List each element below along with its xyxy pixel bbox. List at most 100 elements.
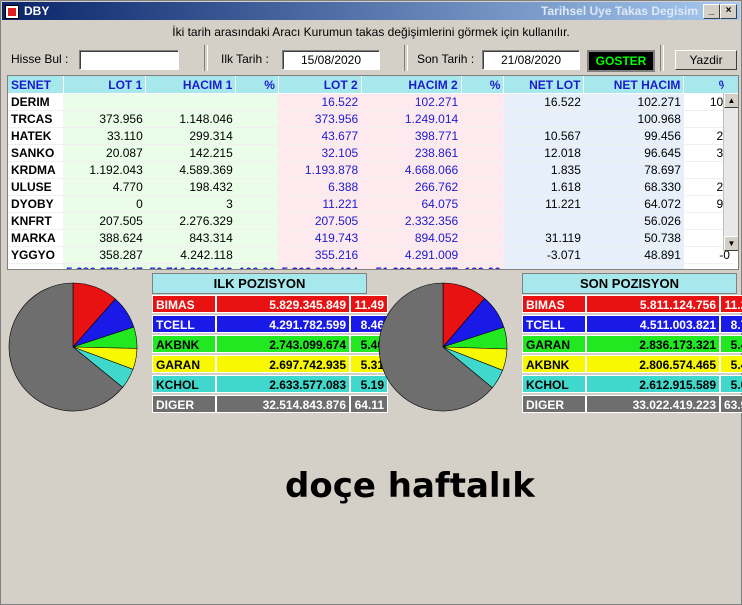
table-cell: 355.216 [278, 246, 362, 264]
table-row[interactable]: YGGYO 358.287 4.242.118 355.216 4.291.009 -3.… [8, 246, 733, 264]
table-cell: 0 [63, 195, 146, 213]
column-header[interactable]: HACIM 2 [361, 76, 462, 94]
table-row[interactable]: HATEK 33.110 299.314 43.677 398.771 10.567 99.… [8, 127, 733, 145]
table-cell: 64.075 [361, 195, 462, 213]
position-value: 2.743.099.674 [216, 335, 350, 353]
table-cell [461, 93, 504, 111]
column-header[interactable]: LOT 2 [278, 76, 362, 94]
table-cell: 142.215 [145, 144, 236, 162]
table-cell: 843.314 [145, 229, 236, 247]
position-symbol: GARAN [152, 355, 216, 373]
table-cell: KNFRT [8, 212, 63, 230]
table-row[interactable]: DERIM 16.522 102.271 16.522 102.271 100 [8, 93, 733, 111]
position-symbol: KCHOL [152, 375, 216, 393]
table-cell [235, 229, 279, 247]
start-date-field[interactable]: 15/08/2020 [282, 50, 380, 70]
close-button[interactable]: × [720, 4, 737, 19]
position-row: BIMAS 5.829.345.849 11.49 [152, 295, 388, 313]
table-cell [235, 93, 279, 111]
scroll-down-icon[interactable]: ▼ [724, 236, 738, 251]
table-cell: 894.052 [361, 229, 462, 247]
position-value: 5.811.124.756 [586, 295, 720, 313]
table-cell: KRDMA [8, 161, 63, 179]
goster-button[interactable]: GOSTER [587, 50, 655, 72]
table-cell [461, 127, 504, 145]
table-cell [461, 246, 504, 264]
position-value: 2.836.173.321 [586, 335, 720, 353]
position-value: 2.806.574.465 [586, 355, 720, 373]
title-bar[interactable]: DBY Tarihsel Uye Takas Degisim _ × [2, 2, 740, 20]
table-cell: 78.697 [583, 161, 684, 179]
table-row[interactable]: SANKO 20.087 142.215 32.105 238.861 12.018 96.… [8, 144, 733, 162]
table-cell: 48.891 [583, 246, 684, 264]
total-cell [683, 263, 733, 269]
yazdir-button[interactable]: Yazdir [675, 50, 737, 70]
position-row: GARAN2.836.173.3215.49 [522, 335, 742, 353]
position-row: KCHOL 2.633.577.083 5.19 [152, 375, 388, 393]
position-row: DIGER33.022.419.22363.99 [522, 395, 742, 413]
position-symbol: GARAN [522, 335, 586, 353]
app-name: DBY [24, 4, 50, 18]
minimize-button[interactable]: _ [703, 4, 720, 19]
window-title: Tarihsel Uye Takas Degisim [541, 4, 698, 18]
table-cell [235, 178, 279, 196]
position-row: BIMAS5.811.124.75611.26 [522, 295, 742, 313]
search-input[interactable] [79, 50, 179, 70]
table-cell: 419.743 [278, 229, 362, 247]
table-cell [461, 178, 504, 196]
position-percent: 63.99 [720, 395, 742, 413]
table-cell: MARKA [8, 229, 63, 247]
data-table: SENET LOT 1 HACIM 1% LOT 2 HACIM 2% NET LOT NE… [8, 76, 734, 269]
table-cell: 207.505 [278, 212, 362, 230]
position-symbol: BIMAS [152, 295, 216, 313]
table-row[interactable]: KNFRT 207.505 2.276.329 207.505 2.332.356 56.… [8, 212, 733, 230]
table-cell [63, 93, 146, 111]
table-cell: DERIM [8, 93, 63, 111]
table-cell [235, 144, 279, 162]
column-header[interactable]: SENET [8, 76, 64, 94]
table-cell: 11.221 [503, 195, 584, 213]
position-value: 33.022.419.223 [586, 395, 720, 413]
table-row[interactable]: TRCAS 373.956 1.148.046 373.956 1.249.014 100… [8, 110, 733, 128]
position-symbol: DIGER [522, 395, 586, 413]
table-cell [145, 93, 236, 111]
column-header[interactable]: NET LOT [503, 76, 585, 94]
position-value: 2.697.742.935 [216, 355, 350, 373]
column-header[interactable]: NET HACIM [583, 76, 685, 94]
start-date-label: Ilk Tarih : [221, 52, 269, 66]
table-cell [461, 229, 504, 247]
column-header[interactable]: % [235, 76, 279, 94]
position-value: 2.612.915.589 [586, 375, 720, 393]
table-cell: ULUSE [8, 178, 63, 196]
vertical-scrollbar[interactable]: ▲ ▼ [723, 93, 738, 251]
table-row[interactable]: ULUSE 4.770 198.432 6.388 266.762 1.618 68.330… [8, 178, 733, 196]
column-header[interactable]: % [461, 76, 505, 94]
table-cell: 64.072 [583, 195, 684, 213]
position-value: 5.829.345.849 [216, 295, 350, 313]
column-header[interactable]: LOT 1 [63, 76, 147, 94]
app-window: DBY Tarihsel Uye Takas Degisim _ × İki t… [0, 0, 742, 605]
table-cell: 4.242.118 [145, 246, 236, 264]
table-cell: 398.771 [361, 127, 462, 145]
table-cell: 11.221 [278, 195, 362, 213]
position-row: AKBNK 2.743.099.674 5.40 [152, 335, 388, 353]
total-cell: 5.280.378.147 [63, 263, 146, 269]
totals-row: 5.280.378.14750.710.392.019100,005.306.9… [8, 263, 733, 269]
end-date-field[interactable]: 21/08/2020 [482, 50, 580, 70]
column-header[interactable]: HACIM 1 [145, 76, 237, 94]
table-cell: 2.276.329 [145, 212, 236, 230]
total-cell: 51.600.211.177 [361, 263, 462, 269]
table-row[interactable]: KRDMA 1.192.043 4.589.369 1.193.878 4.668.06… [8, 161, 733, 179]
table-cell: 100.968 [583, 110, 684, 128]
table-cell: 1.835 [503, 161, 584, 179]
table-cell: 198.432 [145, 178, 236, 196]
total-cell [583, 263, 684, 269]
scroll-up-icon[interactable]: ▲ [724, 93, 738, 108]
table-row[interactable]: MARKA 388.624 843.314 419.743 894.052 31.119 5… [8, 229, 733, 247]
table-cell: 102.271 [583, 93, 684, 111]
table-cell: 1.193.878 [278, 161, 362, 179]
separator [660, 45, 664, 71]
table-row[interactable]: DYOBY0311.22164.07511.22164.07299 [8, 195, 733, 213]
table-cell: 99.456 [583, 127, 684, 145]
table-cell: 68.330 [583, 178, 684, 196]
